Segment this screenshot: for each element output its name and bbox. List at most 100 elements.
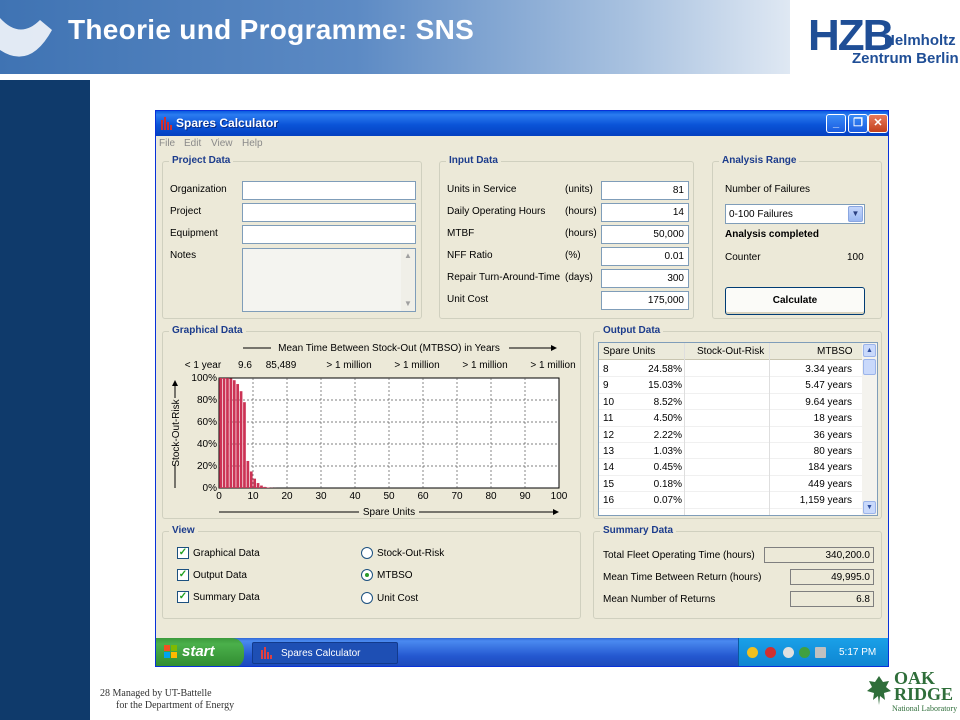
slide-page-number: 28 [100, 688, 110, 699]
table-row[interactable]: 16 0.07% 1,159 years [599, 492, 864, 509]
chart-bar [260, 485, 263, 488]
table-row[interactable]: 10 8.52% 9.64 years [599, 394, 864, 411]
network-icon[interactable] [783, 647, 794, 658]
start-button[interactable]: start [156, 638, 244, 666]
output-data-checkbox-label: Output Data [193, 570, 247, 581]
header-stock-out-risk[interactable]: Stock-Out-Risk [697, 346, 764, 357]
nff-ratio-field[interactable]: 0.01 [601, 247, 689, 266]
security-shield-icon[interactable] [747, 647, 758, 658]
graphical-data-title: Graphical Data [169, 325, 246, 336]
mtbso-axis-label: Mean Time Between Stock-Out (MTBSO) in Y… [278, 343, 500, 354]
window-title: Spares Calculator [176, 116, 279, 130]
notes-scrollbar[interactable]: ▲ ▼ [401, 249, 415, 311]
cell-stock-out-risk: 15.03% [648, 380, 682, 392]
graphical-data-checkbox[interactable]: ✓ [177, 547, 189, 559]
counter-label: Counter [725, 252, 761, 263]
organization-field[interactable] [242, 181, 416, 200]
calculate-button[interactable]: Calculate [725, 287, 865, 315]
menu-edit[interactable]: Edit [184, 138, 201, 149]
total-fleet-time-value: 340,200.0 [764, 547, 874, 563]
failures-select[interactable]: 0-100 Failures ▼ [725, 204, 865, 224]
menu-file[interactable]: File [159, 138, 175, 149]
table-row[interactable]: 11 4.50% 18 years [599, 410, 864, 427]
cell-stock-out-risk: 8.52% [653, 396, 682, 408]
chart-bar [219, 378, 223, 488]
alert-icon[interactable] [765, 647, 776, 658]
chevron-down-icon[interactable]: ▼ [848, 206, 863, 222]
summary-data-checkbox[interactable]: ✓ [177, 591, 189, 603]
scroll-down-icon[interactable]: ▼ [402, 298, 414, 310]
graphical-data-group: Graphical Data 0 10 20 30 40 50 60 70 80 90 100 0% 2… [162, 325, 581, 519]
cell-mtbso: 18 years [813, 413, 852, 425]
chart-bar [243, 402, 246, 488]
x-tick-label: 50 [383, 491, 395, 502]
graphical-data-checkbox-label: Graphical Data [193, 548, 260, 559]
mean-returns-value: 6.8 [790, 591, 874, 607]
table-row[interactable]: 8 24.58% 3.34 years [599, 361, 864, 378]
chart-bar [253, 478, 257, 488]
table-row[interactable]: 14 0.45% 184 years [599, 459, 864, 476]
table-row[interactable]: 13 1.03% 80 years [599, 443, 864, 460]
scroll-up-icon[interactable]: ▲ [863, 344, 876, 357]
cell-stock-out-risk: 0.45% [653, 462, 682, 474]
close-button[interactable]: ✕ [868, 114, 888, 133]
mtbf-label: MTBF [447, 228, 475, 239]
window-titlebar[interactable]: Spares Calculator _ ❐ ✕ [156, 111, 888, 136]
output-data-checkbox[interactable]: ✓ [177, 569, 189, 581]
scroll-up-icon[interactable]: ▲ [402, 250, 414, 262]
organization-label: Organization [170, 184, 227, 195]
summary-data-group: Summary Data Total Fleet Operating Time … [593, 525, 882, 619]
repair-tat-unit: (days) [565, 272, 593, 283]
mtbso-tick-label: < 1 year [185, 360, 222, 371]
mtbf-field[interactable]: 50,000 [601, 225, 689, 244]
number-of-failures-label: Number of Failures [725, 184, 811, 195]
mtbso-tick-label: > 1 million [326, 360, 371, 371]
cell-mtbso: 5.47 years [805, 380, 852, 392]
counter-value: 100 [847, 252, 864, 263]
cell-spare-units: 15 [603, 478, 615, 490]
maximize-button[interactable]: ❐ [848, 114, 868, 133]
taskbar-item-spares-calculator[interactable]: Spares Calculator [252, 642, 398, 664]
header-spare-units[interactable]: Spare Units [603, 346, 655, 357]
sync-icon[interactable] [799, 647, 810, 658]
cell-stock-out-risk: 4.50% [653, 413, 682, 425]
repair-tat-field[interactable]: 300 [601, 269, 689, 288]
footer-line2: for the Department of Energy [116, 700, 235, 711]
y-tick-label: 0% [203, 483, 218, 494]
x-tick-label: 20 [281, 491, 293, 502]
minimize-button[interactable]: _ [826, 114, 846, 133]
units-in-service-field[interactable]: 81 [601, 181, 689, 200]
table-row[interactable]: 15 0.18% 449 years [599, 476, 864, 493]
arrow-head [553, 509, 559, 515]
slide-side-bar [0, 80, 90, 720]
table-row[interactable]: 12 2.22% 36 years [599, 427, 864, 443]
unit-cost-radio[interactable] [361, 592, 373, 604]
cell-spare-units: 12 [603, 429, 615, 441]
scroll-down-icon[interactable]: ▼ [863, 501, 876, 514]
x-tick-label: 60 [417, 491, 429, 502]
notes-textarea[interactable]: ▲ ▼ [242, 248, 416, 312]
x-tick-label: 70 [451, 491, 463, 502]
nff-ratio-label: NFF Ratio [447, 250, 493, 261]
unit-cost-radio-label: Unit Cost [377, 593, 419, 604]
input-data-group: Input Data Units in Service (units) 81 D… [439, 155, 694, 319]
project-field[interactable] [242, 203, 416, 222]
oak-leaf-icon [867, 676, 891, 705]
mtbso-radio[interactable] [361, 569, 373, 581]
scroll-thumb[interactable] [863, 359, 876, 375]
arrow-head [172, 380, 178, 386]
table-row[interactable]: 9 15.03% 5.47 years [599, 377, 864, 394]
stock-out-risk-radio[interactable] [361, 547, 373, 559]
equipment-field[interactable] [242, 225, 416, 244]
header-mtbso[interactable]: MTBSO [817, 346, 853, 357]
monitor-icon[interactable] [815, 647, 826, 658]
output-table-scrollbar[interactable]: ▲ ▼ [862, 343, 877, 515]
failures-select-value: 0-100 Failures [729, 209, 793, 220]
total-fleet-time-label: Total Fleet Operating Time (hours) [603, 550, 755, 561]
cell-spare-units: 13 [603, 446, 615, 457]
menu-view[interactable]: View [211, 138, 233, 149]
unit-cost-field[interactable]: 175,000 [601, 291, 689, 310]
menu-help[interactable]: Help [242, 138, 263, 149]
daily-operating-hours-field[interactable]: 14 [601, 203, 689, 222]
taskbar: start Spares Calculator 5:17 PM [156, 638, 888, 666]
